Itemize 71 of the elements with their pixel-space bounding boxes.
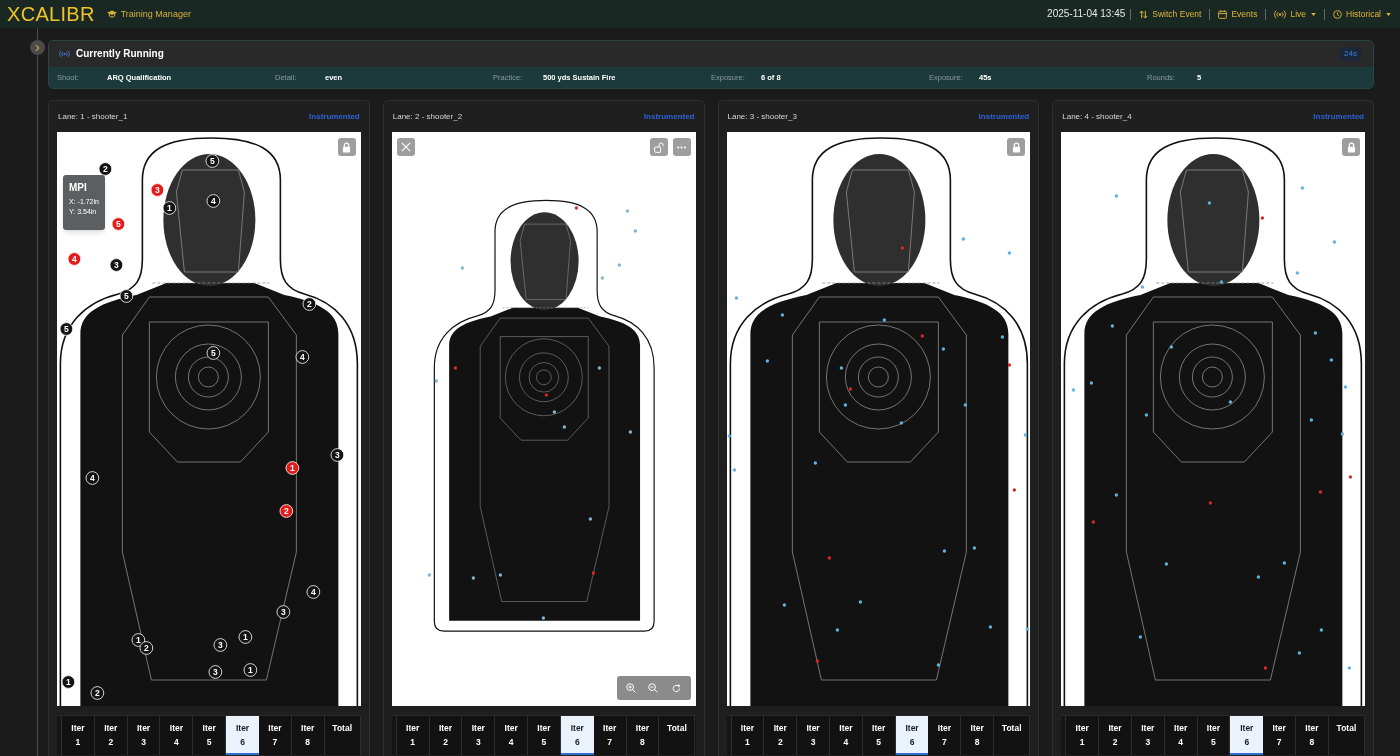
lane-title: Lane: 3 - shooter_3	[727, 112, 797, 121]
nav-button[interactable]: Live	[1271, 9, 1320, 19]
mode-label: Instrumented	[643, 112, 695, 121]
clock-icon	[1333, 9, 1343, 19]
shot-marker: 5	[119, 289, 134, 303]
lock-icon	[342, 141, 352, 153]
column-header[interactable]: Iter 6	[560, 716, 594, 755]
shot-marker: 3	[276, 605, 291, 619]
shot-marker: 4	[295, 350, 310, 364]
sidebar-toggle-button[interactable]	[30, 40, 45, 55]
column-header[interactable]: Iter 6	[1230, 716, 1264, 755]
shot-marker: 1	[243, 663, 258, 677]
unlocked-padlock-icon	[653, 141, 664, 153]
broadcast-icon	[59, 50, 70, 58]
calendar-icon	[1218, 9, 1228, 19]
broadcast-icon	[1274, 9, 1287, 19]
mpi-title: MPI	[69, 182, 88, 194]
nav-button[interactable]: Switch Event	[1136, 9, 1205, 19]
lock-button[interactable]	[1342, 138, 1360, 156]
caret-down-icon	[1386, 12, 1391, 16]
nav-button[interactable]: Historical	[1330, 9, 1394, 19]
lane-title: Lane: 1 - shooter_1	[58, 112, 128, 121]
rotate-icon	[671, 683, 681, 693]
lane-title: Lane: 2 - shooter_2	[392, 112, 463, 121]
shot-marker: 1	[162, 201, 177, 215]
shot-marker: 3	[208, 665, 223, 679]
unlock-button[interactable]	[649, 138, 668, 156]
shot-marker: 3	[330, 448, 345, 462]
column-header[interactable]: Iter 6	[895, 716, 929, 755]
mode-label: Instrumented	[309, 112, 360, 121]
caret-down-icon	[1311, 12, 1317, 16]
shot-marker: 1	[61, 675, 76, 689]
close-button[interactable]	[396, 138, 415, 156]
zoom-in-icon	[625, 683, 636, 693]
shot-marker: 5	[111, 217, 126, 231]
mode-label: Instrumented	[1313, 112, 1364, 121]
shot-marker: 2	[90, 686, 105, 700]
timer-badge: 24s	[1339, 47, 1362, 61]
shot-marker: 4	[206, 194, 221, 208]
shot-marker: 2	[98, 162, 113, 176]
zoom-out-icon	[648, 683, 659, 693]
date-time: 2025-11-04 13:45	[1047, 9, 1126, 19]
lock-icon	[1011, 141, 1021, 153]
shot-marker: 4	[67, 252, 82, 266]
lock-button[interactable]	[337, 138, 356, 156]
shot-marker: 4	[85, 471, 100, 485]
lock-button[interactable]	[1007, 138, 1026, 156]
shot-marker: 1	[285, 461, 300, 475]
training-manager-link[interactable]: Training Manager	[106, 9, 191, 19]
graduation-cap-icon	[106, 10, 117, 18]
column-header[interactable]: Iter 6	[226, 716, 259, 755]
shot-marker: 2	[279, 504, 294, 518]
shot-marker: 5	[205, 154, 220, 168]
swap-arrows-icon	[1139, 9, 1149, 19]
lock-icon	[1346, 141, 1356, 153]
shot-marker: 3	[150, 183, 165, 197]
shot-marker: 2	[302, 297, 317, 311]
more-icon	[677, 145, 686, 149]
nav-button[interactable]: Events	[1215, 9, 1261, 19]
shot-marker: 3	[109, 258, 124, 272]
shot-marker: 1	[238, 630, 253, 644]
more-button[interactable]	[672, 138, 691, 156]
shot-marker: 3	[213, 638, 228, 652]
lane-title: Lane: 4 - shooter_4	[1062, 112, 1132, 121]
mode-label: Instrumented	[978, 112, 1030, 121]
shot-marker: 5	[59, 322, 74, 336]
close-icon	[400, 142, 411, 152]
panel-title: Currently Running	[76, 49, 164, 59]
shot-marker: 4	[306, 585, 321, 599]
shot-marker: 5	[206, 346, 221, 360]
logo: XCALIBR	[7, 4, 95, 24]
